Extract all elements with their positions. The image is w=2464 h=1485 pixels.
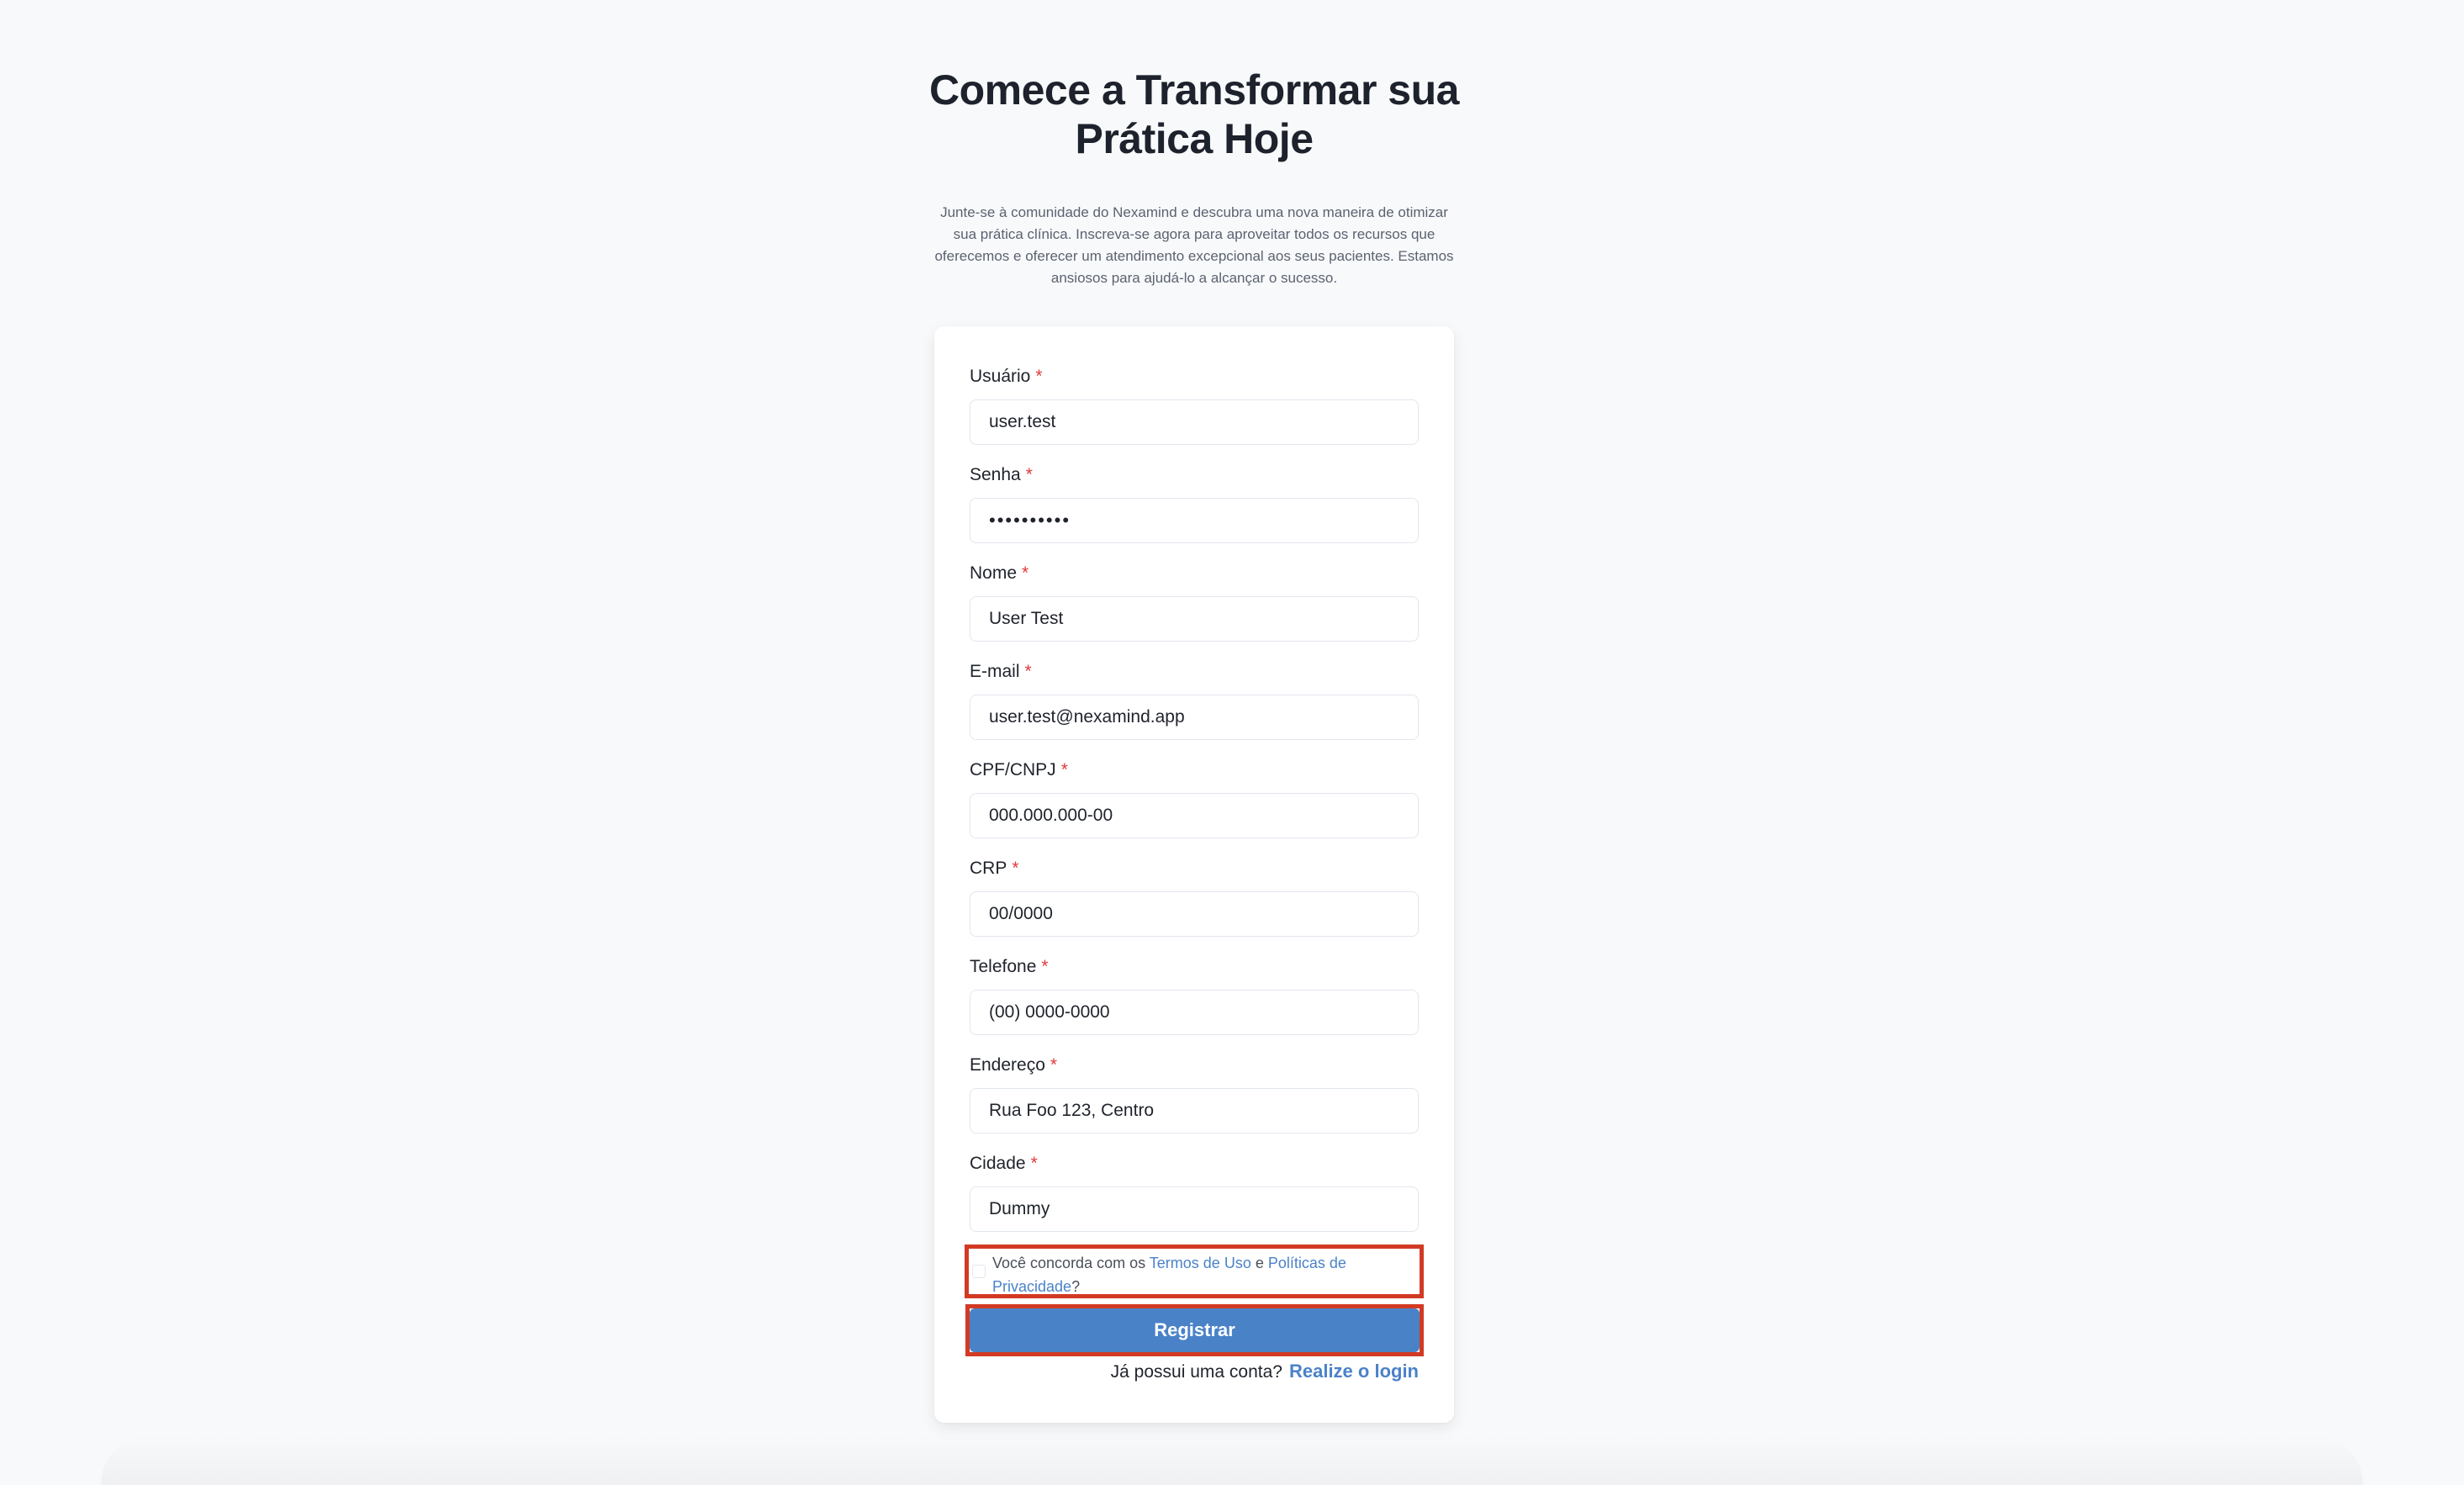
registration-page: Comece a Transformar sua Prática Hoje Ju… bbox=[0, 0, 2464, 1485]
terms-agreement-text: Você concorda com os Termos de Uso e Pol… bbox=[992, 1255, 1346, 1295]
login-prompt: Já possui uma conta? bbox=[1110, 1362, 1282, 1382]
login-link[interactable]: Realize o login bbox=[1289, 1361, 1419, 1382]
page-subtitle: Junte-se à comunidade do Nexamind e desc… bbox=[934, 204, 1454, 286]
terms-of-use-link[interactable]: Termos de Uso bbox=[1150, 1255, 1251, 1271]
bottom-shadow bbox=[101, 1435, 2363, 1485]
field-label: Telefone * bbox=[970, 957, 1049, 976]
field-label: Nome * bbox=[970, 563, 1029, 583]
register-button[interactable]: Registrar bbox=[970, 1308, 1420, 1352]
email-input[interactable] bbox=[970, 695, 1419, 740]
field-nome: Nome * bbox=[970, 563, 1419, 642]
required-marker: * bbox=[1050, 1055, 1058, 1075]
registration-form-card: Usuário* Senha* Nome* E-mail* CPF/CNPJ* … bbox=[934, 326, 1454, 1423]
required-marker: * bbox=[1035, 367, 1043, 386]
terms-agreement: Você concorda com os Termos de Uso e Pol… bbox=[965, 1245, 1424, 1298]
field-usuario: Usuário * bbox=[970, 366, 1419, 445]
field-telefone: Telefone * bbox=[970, 956, 1419, 1035]
crp-input[interactable] bbox=[970, 891, 1419, 937]
field-label: Cidade * bbox=[970, 1154, 1038, 1173]
terms-checkbox[interactable] bbox=[972, 1265, 986, 1278]
field-label: Endereço * bbox=[970, 1055, 1058, 1075]
required-marker: * bbox=[1060, 760, 1068, 779]
city-input[interactable] bbox=[970, 1186, 1419, 1232]
field-crp: CRP * bbox=[970, 858, 1419, 937]
page-title: Comece a Transformar sua Prática Hoje bbox=[929, 66, 1459, 162]
required-marker: * bbox=[1041, 957, 1049, 976]
field-label: Senha * bbox=[970, 465, 1033, 484]
required-marker: * bbox=[1024, 662, 1032, 681]
required-marker: * bbox=[1012, 859, 1019, 878]
required-marker: * bbox=[1025, 465, 1033, 484]
username-input[interactable] bbox=[970, 399, 1419, 445]
name-input[interactable] bbox=[970, 596, 1419, 642]
field-cidade: Cidade * bbox=[970, 1153, 1419, 1232]
required-marker: * bbox=[1022, 563, 1029, 583]
field-cpf-cnpj: CPF/CNPJ * bbox=[970, 759, 1419, 838]
field-label: Usuário * bbox=[970, 367, 1043, 386]
field-senha: Senha * bbox=[970, 464, 1419, 543]
field-endereco: Endereço * bbox=[970, 1054, 1419, 1134]
required-marker: * bbox=[1030, 1154, 1038, 1173]
field-label: CRP * bbox=[970, 859, 1019, 878]
phone-input[interactable] bbox=[970, 990, 1419, 1035]
field-label: CPF/CNPJ * bbox=[970, 760, 1068, 779]
address-input[interactable] bbox=[970, 1088, 1419, 1134]
password-input[interactable] bbox=[970, 498, 1419, 543]
login-prompt-row: Já possui uma conta? Realize o login bbox=[1111, 1359, 1419, 1385]
cpf-cnpj-input[interactable] bbox=[970, 793, 1419, 838]
register-button-highlight: Registrar bbox=[965, 1304, 1424, 1356]
field-email: E-mail * bbox=[970, 661, 1419, 740]
field-label: E-mail * bbox=[970, 662, 1032, 681]
